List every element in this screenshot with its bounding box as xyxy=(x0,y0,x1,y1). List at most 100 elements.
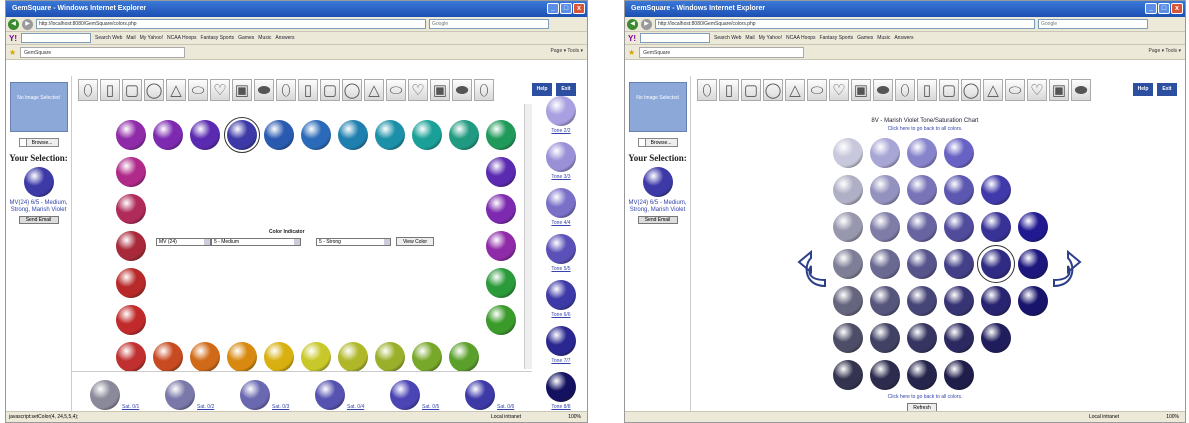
favorites-star-icon[interactable]: ★ xyxy=(628,48,635,57)
tone-saturation-gem[interactable] xyxy=(981,212,1011,242)
tone-saturation-gem[interactable] xyxy=(944,175,974,205)
shape-option-icon[interactable]: ⬭ xyxy=(188,79,208,101)
tone-option[interactable]: Tone 4/4 xyxy=(539,188,583,234)
saturation-gem[interactable] xyxy=(315,380,345,410)
tone-label[interactable]: Tone 6/6 xyxy=(539,312,583,318)
browse-button[interactable]: Browse... xyxy=(18,138,59,147)
color-swatch-gem[interactable] xyxy=(375,120,405,150)
tone-saturation-gem[interactable] xyxy=(833,249,863,279)
color-swatch-gem[interactable] xyxy=(412,342,442,372)
saturation-label[interactable]: Sat. 0/4 xyxy=(347,404,364,410)
shape-option-icon[interactable]: ⬯ xyxy=(895,79,915,101)
tone-saturation-gem[interactable] xyxy=(870,212,900,242)
tone-saturation-gem[interactable] xyxy=(907,175,937,205)
tone-saturation-gem[interactable] xyxy=(1018,286,1048,316)
tone-saturation-gem[interactable] xyxy=(870,360,900,390)
exit-button[interactable]: Exit xyxy=(1157,83,1177,96)
tone-saturation-gem[interactable] xyxy=(833,212,863,242)
shape-option-icon[interactable]: ▣ xyxy=(1049,79,1069,101)
toolbar-fantasy[interactable]: Fantasy Sports xyxy=(201,35,235,41)
yahoo-search-field[interactable] xyxy=(640,33,710,43)
tone-saturation-gem[interactable] xyxy=(981,286,1011,316)
shape-option-icon[interactable]: ▢ xyxy=(122,79,142,101)
toolbar-ncaa[interactable]: NCAA Hoops xyxy=(786,35,815,41)
tone-saturation-gem[interactable] xyxy=(833,286,863,316)
tone-saturation-gem[interactable] xyxy=(870,286,900,316)
tone-saturation-gem[interactable] xyxy=(977,245,1015,283)
tone-saturation-gem[interactable] xyxy=(944,249,974,279)
shape-option-icon[interactable]: ▢ xyxy=(320,79,340,101)
shape-option-icon[interactable]: ▢ xyxy=(939,79,959,101)
favorites-star-icon[interactable]: ★ xyxy=(9,48,16,57)
tone-saturation-gem[interactable] xyxy=(870,249,900,279)
tone-option[interactable]: Tone 2/2 xyxy=(539,96,583,142)
shape-option-icon[interactable]: ⬬ xyxy=(254,79,274,101)
tone-saturation-gem[interactable] xyxy=(833,360,863,390)
tone-saturation-gem[interactable] xyxy=(1018,249,1048,279)
tone-saturation-gem[interactable] xyxy=(907,138,937,168)
tone-gem[interactable] xyxy=(546,96,576,126)
tone-label[interactable]: Tone 5/5 xyxy=(539,266,583,272)
close-button[interactable]: x xyxy=(1171,3,1183,14)
toolbar-answers[interactable]: Answers xyxy=(894,35,913,41)
browse-button[interactable]: Browse... xyxy=(637,138,678,147)
saturation-option[interactable]: Sat. 0/3 xyxy=(240,380,290,410)
zoom-level[interactable]: 100% xyxy=(568,412,581,422)
shape-option-icon[interactable]: ⬭ xyxy=(1005,79,1025,101)
shape-option-icon[interactable]: ⬬ xyxy=(452,79,472,101)
maximize-button[interactable]: □ xyxy=(1158,3,1170,14)
tone-label[interactable]: Tone 7/7 xyxy=(539,358,583,364)
tone-gem[interactable] xyxy=(546,188,576,218)
saturation-option[interactable]: Sat. 0/4 xyxy=(315,380,365,410)
yahoo-search-field[interactable] xyxy=(21,33,91,43)
maximize-button[interactable]: □ xyxy=(560,3,572,14)
rotate-right-arrow-icon[interactable] xyxy=(1048,246,1082,292)
tone-gem[interactable] xyxy=(546,234,576,264)
tone-saturation-gem[interactable] xyxy=(870,323,900,353)
color-swatch-gem[interactable] xyxy=(486,157,516,187)
shape-option-icon[interactable]: ⬭ xyxy=(807,79,827,101)
color-swatch-gem[interactable] xyxy=(224,117,260,153)
hue-select[interactable]: MV (24) xyxy=(156,238,211,246)
saturation-select[interactable]: 5 - Strong xyxy=(316,238,391,246)
back-link-top[interactable]: Click here to go back to all colors. xyxy=(805,126,1045,132)
saturation-option[interactable]: Sat. 0/6 xyxy=(465,380,515,410)
tone-saturation-gem[interactable] xyxy=(1018,212,1048,242)
toolbar-mail[interactable]: Mail xyxy=(745,35,754,41)
color-swatch-gem[interactable] xyxy=(116,231,146,261)
scrollbar[interactable] xyxy=(524,104,532,369)
saturation-gem[interactable] xyxy=(90,380,120,410)
shape-option-icon[interactable]: ♡ xyxy=(1027,79,1047,101)
tone-saturation-gem[interactable] xyxy=(833,138,863,168)
send-email-button[interactable]: Send Email xyxy=(637,216,678,224)
tab-gemsquare[interactable]: GemSquare xyxy=(639,46,805,58)
shape-option-icon[interactable]: ⬯ xyxy=(697,79,717,101)
tab-gemsquare[interactable]: GemSquare xyxy=(20,46,186,58)
toolbar-search-web[interactable]: Search Web xyxy=(95,35,122,41)
shape-option-icon[interactable]: ▢ xyxy=(741,79,761,101)
back-icon[interactable]: ◀ xyxy=(8,18,19,30)
tone-saturation-gem[interactable] xyxy=(944,360,974,390)
tone-saturation-gem[interactable] xyxy=(944,323,974,353)
shape-option-icon[interactable]: ▯ xyxy=(719,79,739,101)
minimize-button[interactable]: _ xyxy=(547,3,559,14)
shape-option-icon[interactable]: ▣ xyxy=(430,79,450,101)
tone-option[interactable]: Tone 5/5 xyxy=(539,234,583,280)
saturation-label[interactable]: Sat. 0/5 xyxy=(422,404,439,410)
color-swatch-gem[interactable] xyxy=(486,120,516,150)
color-swatch-gem[interactable] xyxy=(190,120,220,150)
saturation-label[interactable]: Sat. 0/6 xyxy=(497,404,514,410)
color-swatch-gem[interactable] xyxy=(486,231,516,261)
address-bar[interactable]: http://localhost:8080/GemSquare/colors.p… xyxy=(655,19,1035,29)
help-button[interactable]: Help xyxy=(1133,83,1153,96)
tone-saturation-gem[interactable] xyxy=(944,138,974,168)
rotate-left-arrow-icon[interactable] xyxy=(797,246,831,292)
color-swatch-gem[interactable] xyxy=(338,342,368,372)
forward-icon[interactable]: ▶ xyxy=(641,18,652,30)
tone-label[interactable]: Tone 4/4 xyxy=(539,220,583,226)
color-swatch-gem[interactable] xyxy=(486,268,516,298)
saturation-label[interactable]: Sat. 0/3 xyxy=(272,404,289,410)
tone-option[interactable]: Tone 7/7 xyxy=(539,326,583,372)
minimize-button[interactable]: _ xyxy=(1145,3,1157,14)
saturation-gem[interactable] xyxy=(465,380,495,410)
